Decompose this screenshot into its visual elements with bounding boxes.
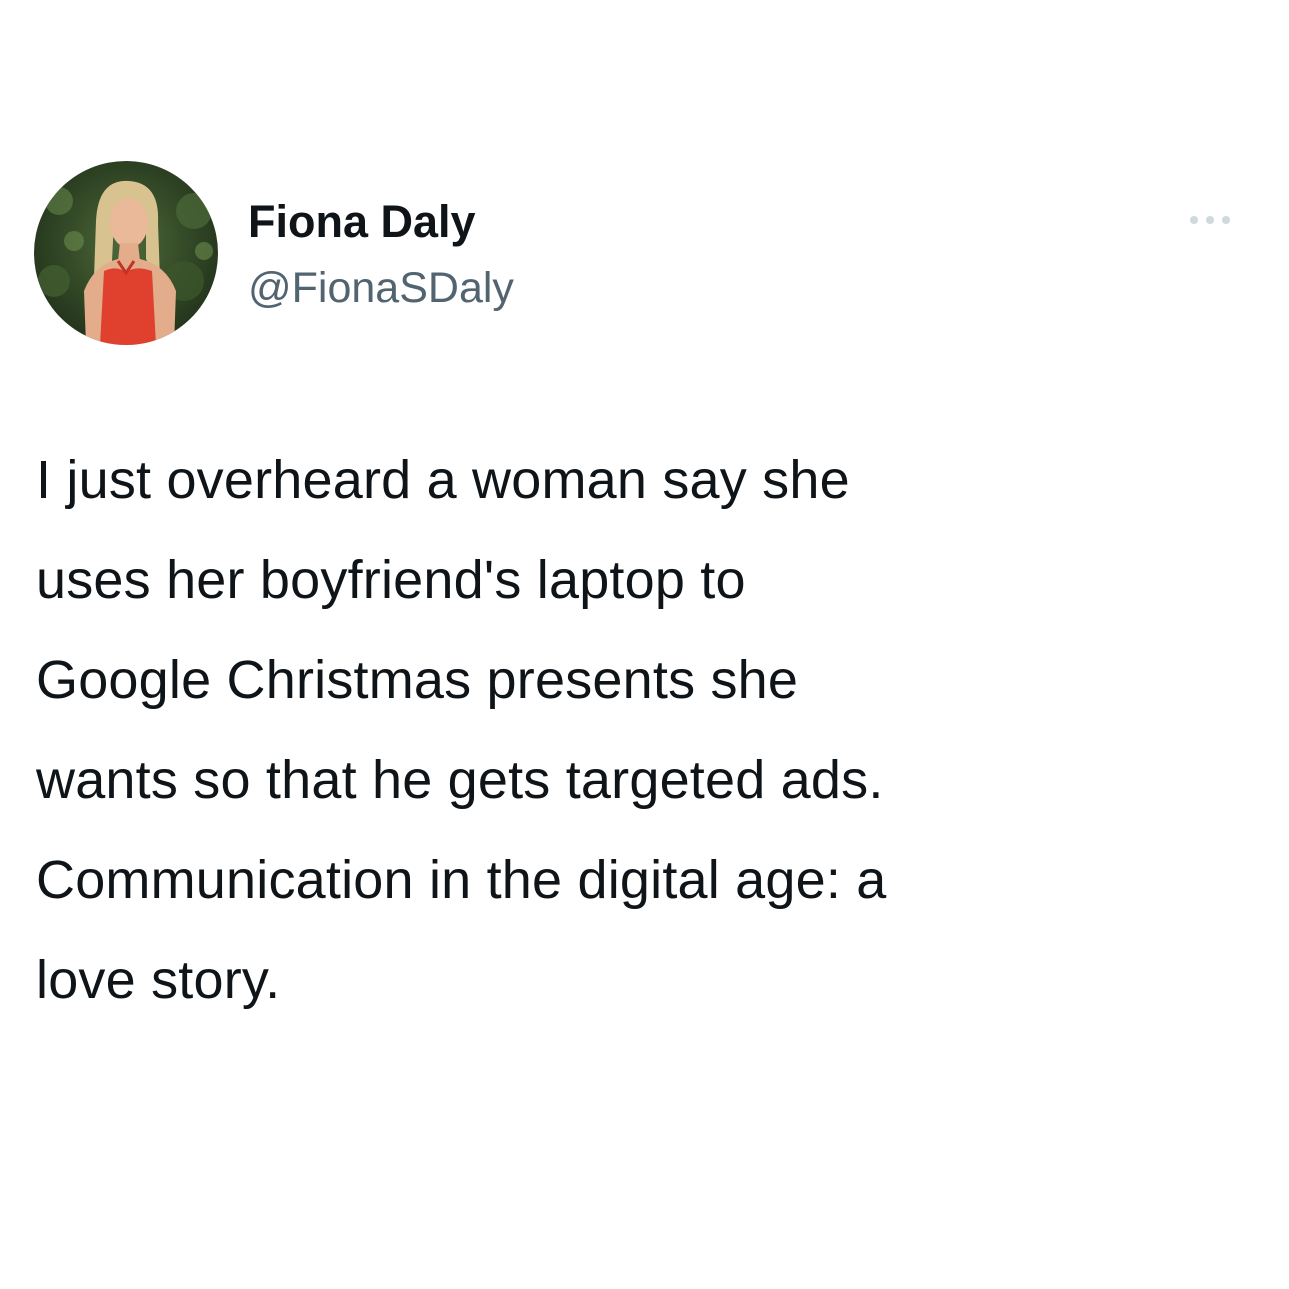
author-handle[interactable]: @FionaSDaly	[248, 260, 514, 316]
more-options-button[interactable]	[1180, 205, 1240, 235]
more-horizontal-icon	[1190, 216, 1230, 224]
tweet-card: Fiona Daly @FionaSDaly I just overheard …	[0, 0, 1289, 1289]
tweet-text: I just overheard a woman say she uses he…	[36, 450, 887, 1010]
author-display-name[interactable]: Fiona Daly	[248, 192, 476, 252]
profile-photo	[34, 161, 218, 345]
avatar[interactable]	[34, 161, 218, 345]
